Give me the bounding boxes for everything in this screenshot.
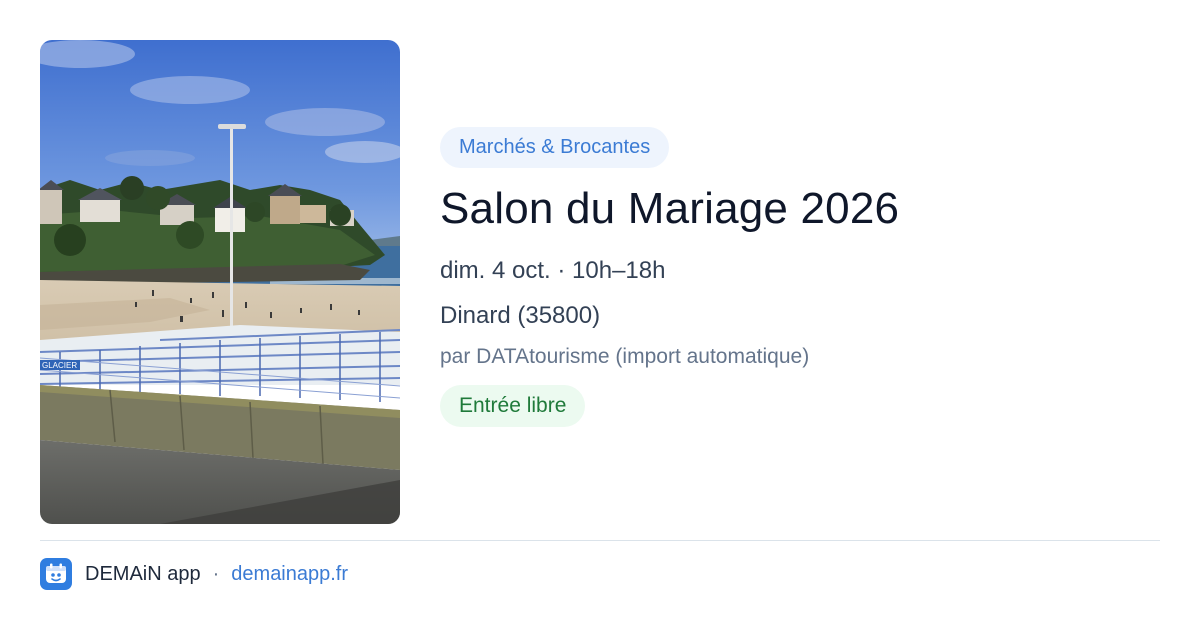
event-date-time: dim. 4 oct. · 10h–18h <box>440 257 666 284</box>
event-title: Salon du Mariage 2026 <box>440 184 900 233</box>
event-location: Dinard (35800) <box>440 302 601 329</box>
demain-app-logo-icon <box>40 558 72 590</box>
category-badge[interactable]: Marchés & Brocantes <box>440 127 670 168</box>
footer: DEMAiN app · demainapp.fr <box>40 558 348 590</box>
beach-photo-image: GLACIER <box>40 40 400 524</box>
price-badge: Entrée libre <box>440 385 586 427</box>
event-card: GLACIER Marchés & Brocantes Salon du Mar… <box>0 0 1200 630</box>
footer-divider <box>40 540 1160 541</box>
domain-link[interactable]: demainapp.fr <box>231 563 348 586</box>
brand-name: DEMAiN app <box>85 562 201 585</box>
glacier-sign: GLACIER <box>42 361 77 370</box>
event-info: Marchés & Brocantes Salon du Mariage 202… <box>440 127 1160 427</box>
footer-separator: · <box>212 562 220 585</box>
event-source: par DATAtourisme (import automatique) <box>440 345 810 368</box>
event-photo: GLACIER <box>40 40 400 524</box>
